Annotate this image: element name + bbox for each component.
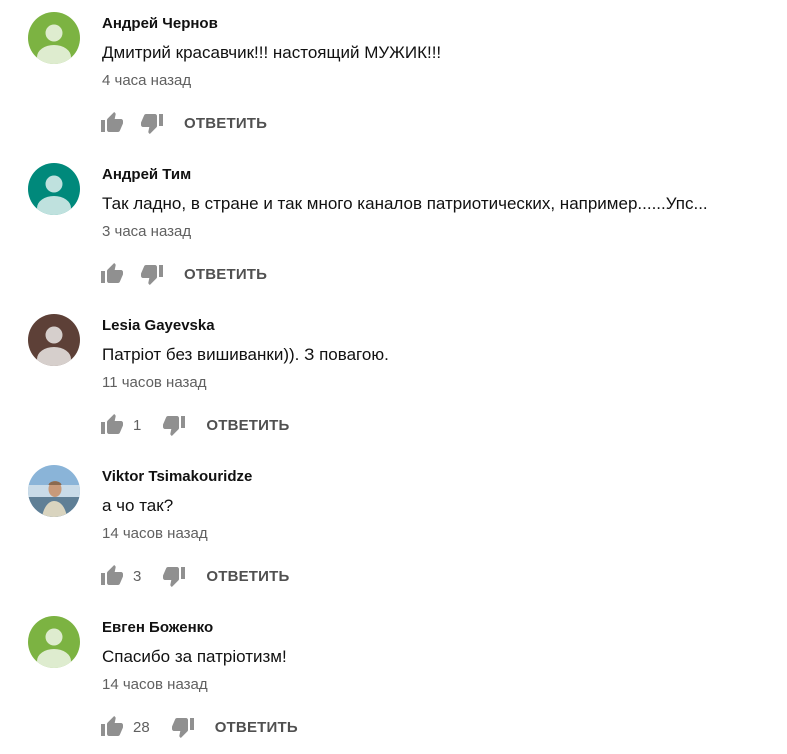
thumb-up-icon[interactable] [100,564,124,588]
comment-author[interactable]: Viktor Tsimakouridze [102,468,252,485]
avatar[interactable] [28,465,80,517]
comment-actions: 3 ОТВЕТИТЬ [100,563,290,589]
avatar[interactable] [28,616,80,668]
comment-text: Спасибо за патріотизм! [102,647,287,666]
reply-button[interactable]: ОТВЕТИТЬ [184,115,267,132]
comment: Андрей Чернов Дмитрий красавчик!!! насто… [0,0,787,150]
thumb-down-icon[interactable] [140,111,164,135]
comment-timestamp[interactable]: 11 часов назад [102,374,206,391]
like-count: 28 [133,718,150,736]
thumb-down-icon[interactable] [140,262,164,286]
comment-timestamp[interactable]: 3 часа назад [102,223,191,240]
reply-button[interactable]: ОТВЕТИТЬ [215,719,298,736]
comment-actions: 28 ОТВЕТИТЬ [100,714,298,740]
comment-author[interactable]: Lesia Gayevska [102,317,215,334]
comment-text: а чо так? [102,496,174,515]
thumb-down-icon[interactable] [162,564,186,588]
avatar[interactable] [28,12,80,64]
reply-button[interactable]: ОТВЕТИТЬ [206,417,289,434]
thumb-down-icon[interactable] [162,413,186,437]
thumb-up-icon[interactable] [100,715,124,739]
comment: Lesia Gayevska Патріот без вишиванки)). … [0,302,787,452]
avatar[interactable] [28,314,80,366]
comment-text: Так ладно, в стране и так много каналов … [102,194,708,213]
comment-author[interactable]: Андрей Чернов [102,15,218,32]
comment-author[interactable]: Андрей Тим [102,166,191,183]
comment-actions: ОТВЕТИТЬ [100,261,267,287]
comment-actions: 1 ОТВЕТИТЬ [100,412,290,438]
comment: Евген Боженко Спасибо за патріотизм! 14 … [0,604,787,754]
comment-actions: ОТВЕТИТЬ [100,110,267,136]
comment-timestamp[interactable]: 14 часов назад [102,525,208,542]
thumb-down-icon[interactable] [171,715,195,739]
comment-text: Патріот без вишиванки)). З повагою. [102,345,389,364]
comment: Viktor Tsimakouridze а чо так? 14 часов … [0,453,787,603]
comment-timestamp[interactable]: 14 часов назад [102,676,208,693]
thumb-up-icon[interactable] [100,413,124,437]
reply-button[interactable]: ОТВЕТИТЬ [206,568,289,585]
like-count: 1 [133,416,142,434]
thumb-up-icon[interactable] [100,111,124,135]
comment-timestamp[interactable]: 4 часа назад [102,72,191,89]
comment: Андрей Тим Так ладно, в стране и так мно… [0,151,787,301]
comment-author[interactable]: Евген Боженко [102,619,213,636]
avatar[interactable] [28,163,80,215]
reply-button[interactable]: ОТВЕТИТЬ [184,266,267,283]
thumb-up-icon[interactable] [100,262,124,286]
like-count: 3 [133,567,142,585]
comment-text: Дмитрий красавчик!!! настоящий МУЖИК!!! [102,43,442,62]
